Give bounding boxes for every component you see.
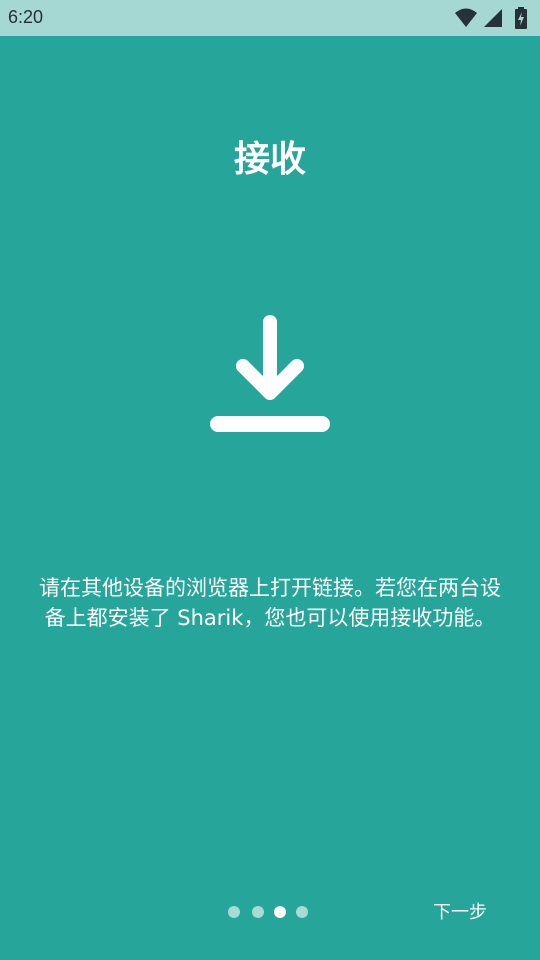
instruction-text: 请在其他设备的浏览器上打开链接。若您在两台设备上都安装了 Sharik，您也可以… bbox=[39, 576, 501, 630]
page-title: 接收 bbox=[233, 139, 306, 180]
battery-charging-icon bbox=[515, 7, 527, 29]
receive-screen: 接收 请在其他设备的浏览器上打开链接。若您在两台设备上都安装了 Sharik，您… bbox=[0, 36, 540, 960]
page-dot-active bbox=[274, 906, 286, 918]
cell-signal-icon bbox=[484, 9, 502, 27]
page-dot bbox=[228, 906, 240, 918]
next-button[interactable]: 下一步 bbox=[420, 898, 500, 928]
wifi-icon bbox=[455, 8, 477, 27]
status-time: 6:20 bbox=[8, 7, 44, 27]
page-dot bbox=[296, 906, 308, 918]
download-icon bbox=[210, 315, 330, 432]
page-dot bbox=[252, 906, 264, 918]
status-bar: 6:20 bbox=[0, 0, 540, 36]
